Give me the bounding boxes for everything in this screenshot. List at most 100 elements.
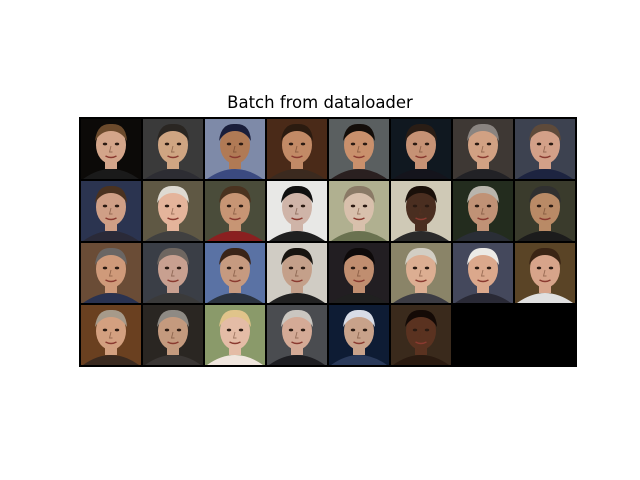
face-thumbnail <box>204 180 266 242</box>
face-thumbnail <box>142 242 204 304</box>
face-thumbnail <box>80 242 142 304</box>
face-photo <box>453 119 513 179</box>
face-thumbnail <box>514 242 576 304</box>
left-eye <box>288 204 294 208</box>
face-photo <box>329 119 389 179</box>
face-photo <box>205 119 265 179</box>
face-photo <box>391 243 451 303</box>
right-eye <box>238 266 244 270</box>
face-thumbnail <box>328 118 390 180</box>
face-photo <box>391 305 451 365</box>
left-eye <box>350 204 356 208</box>
left-eye <box>288 142 294 146</box>
face-thumbnail <box>142 118 204 180</box>
right-eye <box>362 204 368 208</box>
left-eye <box>474 266 480 270</box>
face-photo <box>391 181 451 241</box>
face-thumbnail <box>390 180 452 242</box>
face-photo <box>267 119 327 179</box>
face-thumbnail <box>266 304 328 366</box>
left-eye <box>474 142 480 146</box>
left-eye <box>288 266 294 270</box>
left-eye <box>164 328 170 332</box>
left-eye <box>412 328 418 332</box>
left-eye <box>226 328 232 332</box>
right-eye <box>362 328 368 332</box>
face-thumbnail <box>452 118 514 180</box>
left-eye <box>102 204 108 208</box>
face-photo <box>453 243 513 303</box>
left-eye <box>412 204 418 208</box>
face-photo <box>205 243 265 303</box>
left-eye <box>350 266 356 270</box>
left-eye <box>102 142 108 146</box>
face-photo <box>205 305 265 365</box>
face-photo <box>143 305 203 365</box>
right-eye <box>114 328 120 332</box>
face-photo <box>329 243 389 303</box>
right-eye <box>300 266 306 270</box>
face-photo <box>515 243 575 303</box>
right-eye <box>300 142 306 146</box>
face-thumbnail <box>80 180 142 242</box>
figure-title: Batch from dataloader <box>227 93 413 112</box>
right-eye <box>300 204 306 208</box>
left-eye <box>350 328 356 332</box>
face-thumbnail <box>204 242 266 304</box>
face-photo <box>515 181 575 241</box>
right-eye <box>176 328 182 332</box>
left-eye <box>536 142 542 146</box>
right-eye <box>176 266 182 270</box>
right-eye <box>238 328 244 332</box>
right-eye <box>362 142 368 146</box>
face-photo <box>81 305 141 365</box>
face-thumbnail <box>514 180 576 242</box>
left-eye <box>226 266 232 270</box>
right-eye <box>424 328 430 332</box>
left-eye <box>536 204 542 208</box>
right-eye <box>486 204 492 208</box>
face-thumbnail <box>514 118 576 180</box>
image-grid <box>79 117 577 367</box>
empty-tile <box>452 304 514 366</box>
face-photo <box>267 181 327 241</box>
left-eye <box>474 204 480 208</box>
face-photo <box>267 243 327 303</box>
right-eye <box>424 266 430 270</box>
face-photo <box>143 181 203 241</box>
face-thumbnail <box>142 304 204 366</box>
right-eye <box>176 142 182 146</box>
left-eye <box>536 266 542 270</box>
face-photo <box>329 181 389 241</box>
face-thumbnail <box>204 304 266 366</box>
right-eye <box>238 204 244 208</box>
left-eye <box>412 142 418 146</box>
face-thumbnail <box>266 118 328 180</box>
face-photo <box>515 119 575 179</box>
face-thumbnail <box>266 242 328 304</box>
right-eye <box>300 328 306 332</box>
face-thumbnail <box>328 304 390 366</box>
face-photo <box>81 119 141 179</box>
right-eye <box>424 142 430 146</box>
right-eye <box>548 204 554 208</box>
face-photo <box>143 119 203 179</box>
face-photo <box>391 119 451 179</box>
left-eye <box>226 204 232 208</box>
left-eye <box>288 328 294 332</box>
empty-tile <box>514 304 576 366</box>
left-eye <box>102 266 108 270</box>
face-photo <box>81 181 141 241</box>
right-eye <box>362 266 368 270</box>
face-thumbnail <box>390 304 452 366</box>
face-thumbnail <box>452 242 514 304</box>
left-eye <box>350 142 356 146</box>
face-thumbnail <box>328 242 390 304</box>
right-eye <box>114 204 120 208</box>
right-eye <box>176 204 182 208</box>
right-eye <box>114 266 120 270</box>
face-photo <box>81 243 141 303</box>
face-photo <box>267 305 327 365</box>
right-eye <box>548 266 554 270</box>
right-eye <box>238 142 244 146</box>
